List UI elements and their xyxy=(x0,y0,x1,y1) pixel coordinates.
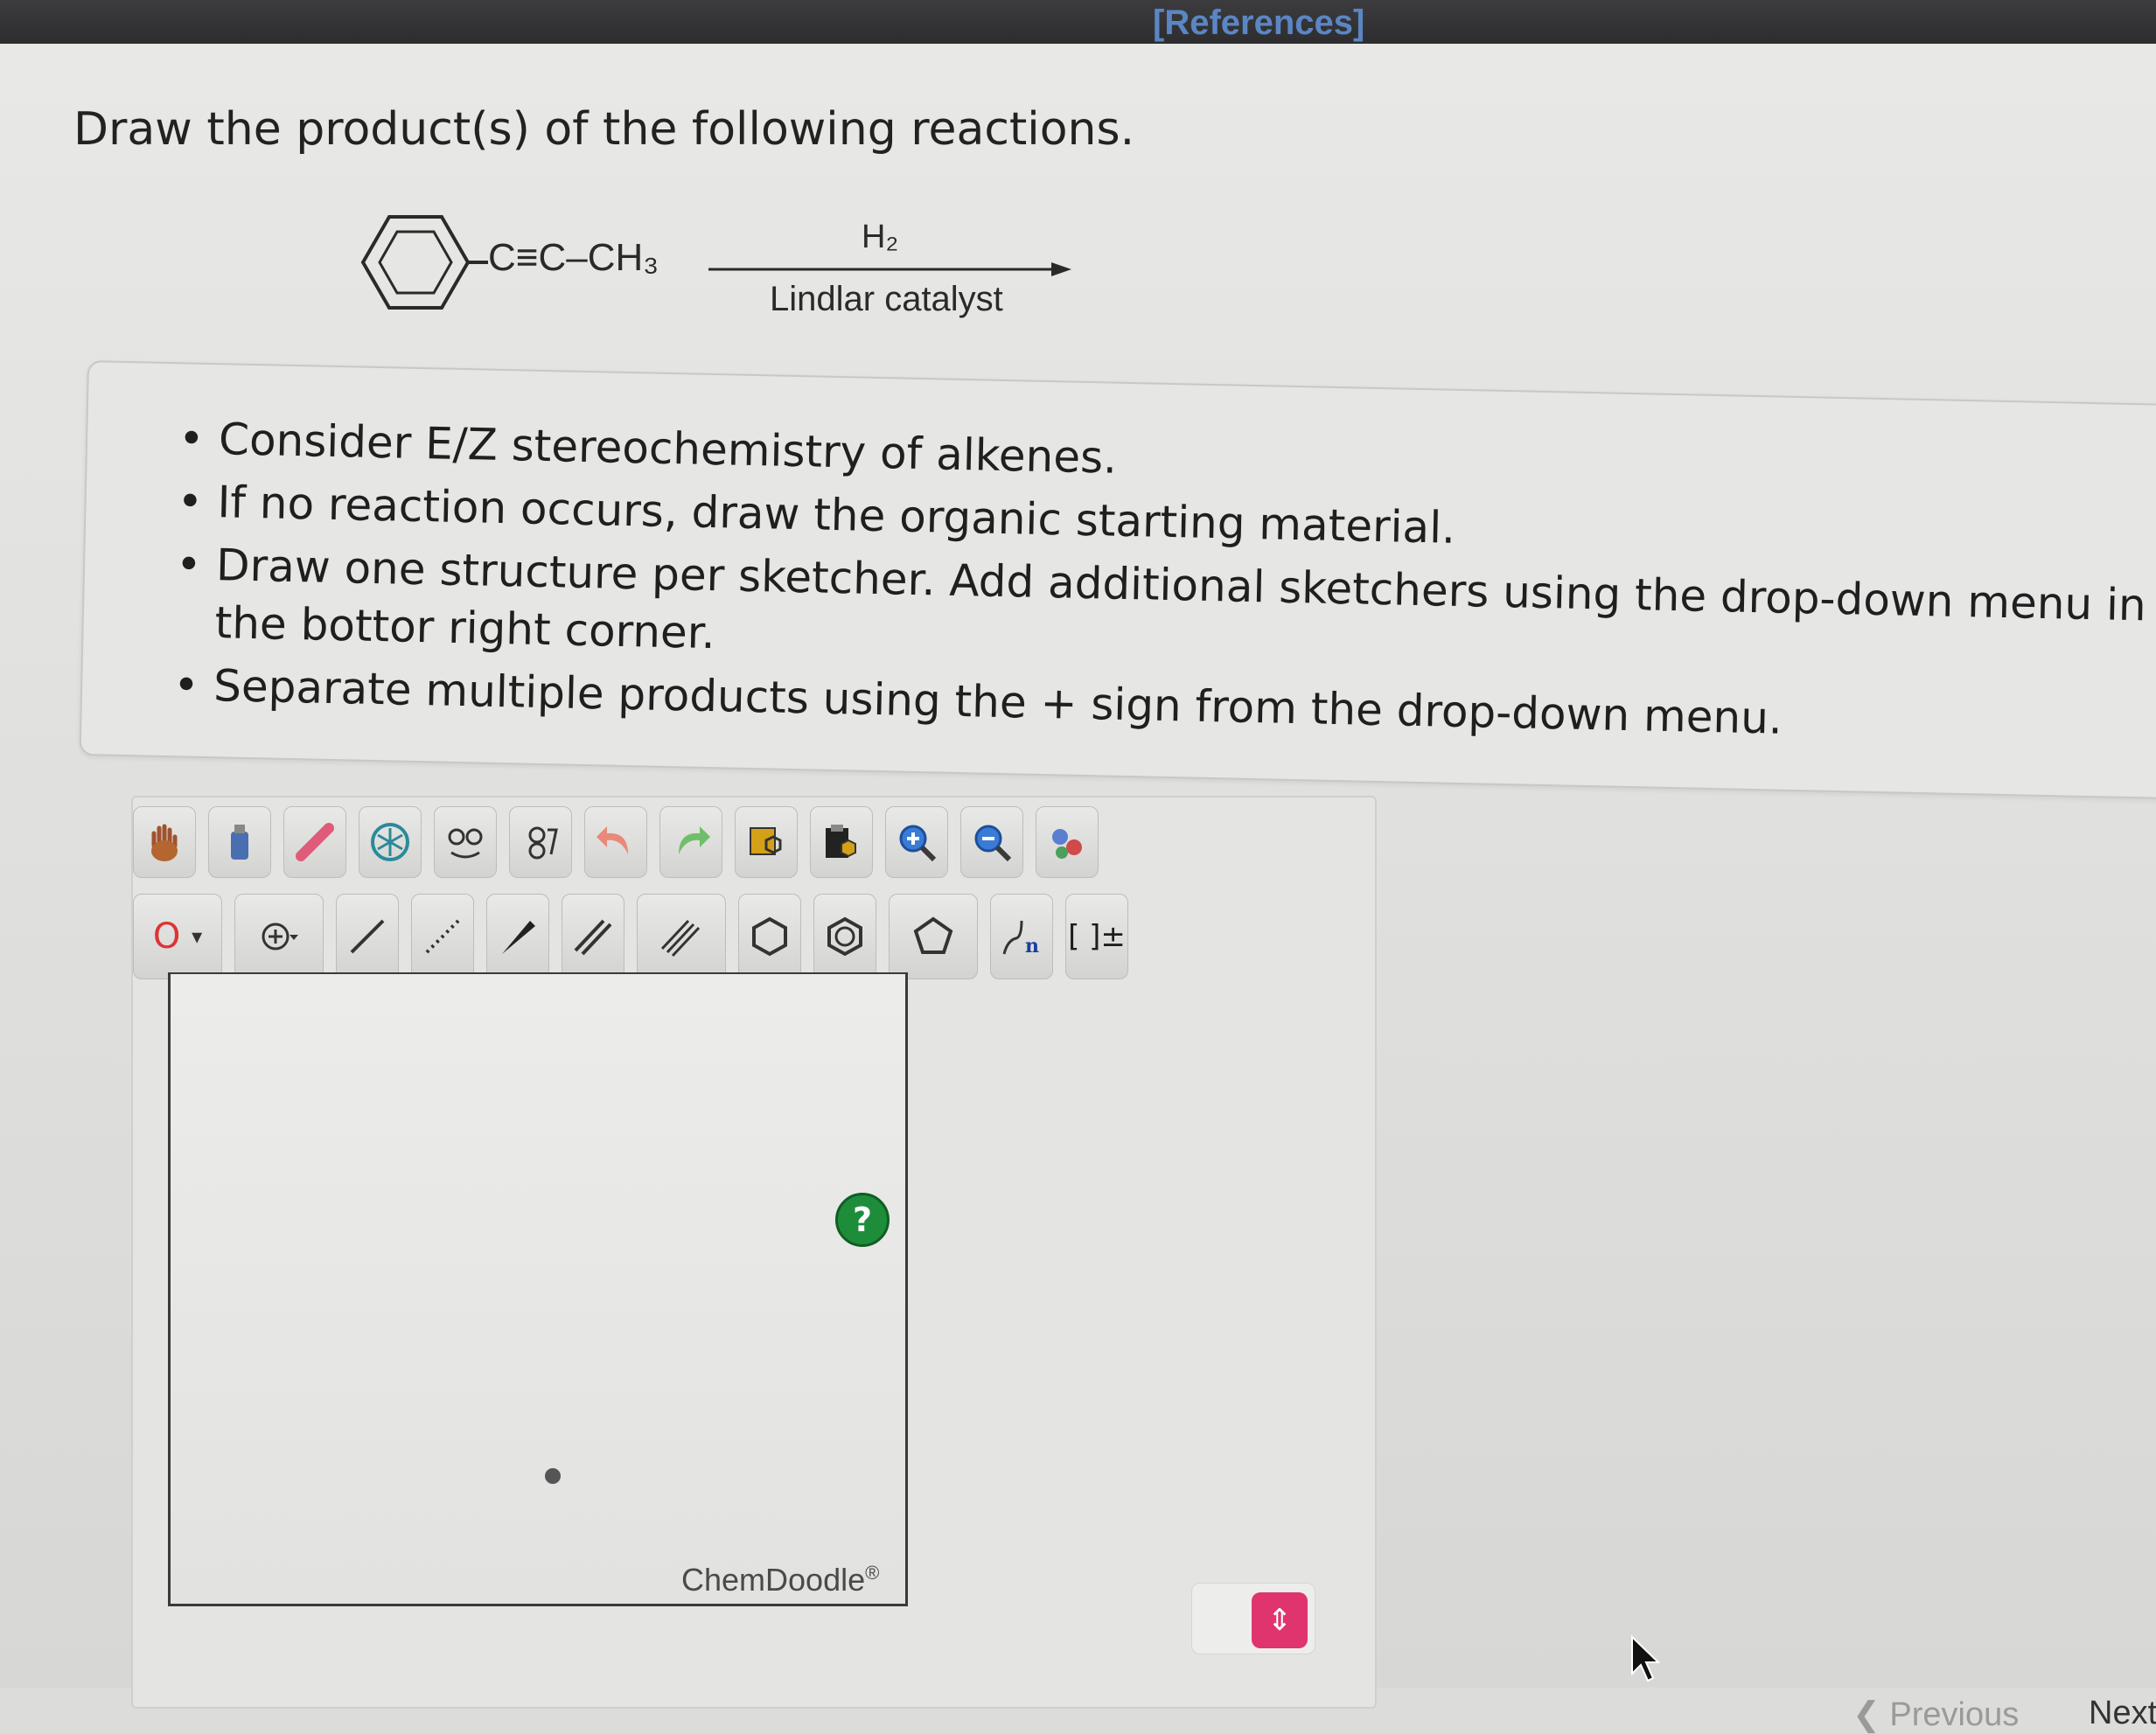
zoom-out-icon[interactable] xyxy=(960,806,1023,878)
zoom-in-icon[interactable] xyxy=(885,806,948,878)
copy-icon[interactable] xyxy=(735,806,798,878)
ring-template-icon[interactable] xyxy=(434,806,497,878)
pentagon-icon[interactable] xyxy=(889,894,978,979)
chemdoodle-brand: ChemDoodle® xyxy=(681,1562,880,1598)
toolbar-row-2: O ▾ n [ ]± xyxy=(133,894,1141,979)
references-link[interactable]: [References] xyxy=(1153,3,1364,43)
charge-plus-icon[interactable] xyxy=(234,894,324,979)
next-button[interactable]: Next xyxy=(2089,1695,2156,1732)
toolbar-row-1 xyxy=(133,806,1111,878)
atom-map-icon[interactable] xyxy=(509,806,572,878)
3d-icon[interactable] xyxy=(1036,806,1099,878)
svg-text:n: n xyxy=(1025,935,1039,958)
paste-icon[interactable] xyxy=(810,806,873,878)
lasso-icon[interactable] xyxy=(208,806,271,878)
clean-icon[interactable] xyxy=(359,806,422,878)
benzene-icon[interactable] xyxy=(813,894,876,979)
atom-o-icon[interactable]: O ▾ xyxy=(133,894,222,979)
reaction-scheme: C≡C–CH₃ H₂ Lindlar catalyst xyxy=(341,201,1085,332)
sketcher-canvas[interactable]: ? ChemDoodle® xyxy=(168,972,908,1606)
reagent-top: H₂ xyxy=(862,219,899,255)
help-button[interactable]: ? xyxy=(835,1193,890,1247)
previous-label: Previous xyxy=(1889,1696,2020,1733)
reactant-label: C≡C–CH₃ xyxy=(488,236,659,279)
single-bond-icon[interactable] xyxy=(336,894,399,979)
dashed-bond-icon[interactable] xyxy=(411,894,474,979)
brand-label: ChemDoodle xyxy=(681,1562,866,1598)
page: Draw the product(s) of the following rea… xyxy=(0,44,2156,1733)
hand-icon[interactable] xyxy=(133,806,196,878)
next-label: Next xyxy=(2089,1695,2156,1731)
sketcher-dropdown[interactable]: ⇕ xyxy=(1191,1583,1315,1654)
previous-button[interactable]: ❮ Previous xyxy=(1852,1695,2019,1734)
chemdoodle-sketcher: O ▾ n [ ]± ? ChemDoodle® ⇕ xyxy=(131,796,1377,1709)
chevron-updown-icon[interactable]: ⇕ xyxy=(1252,1592,1308,1648)
bracket-icon[interactable]: [ ]± xyxy=(1065,894,1128,979)
redo-icon[interactable] xyxy=(659,806,722,878)
hexagon-icon[interactable] xyxy=(738,894,801,979)
wedge-bond-icon[interactable] xyxy=(486,894,549,979)
reaction-arrow-head xyxy=(1051,262,1071,276)
bracket-label: [ ]± xyxy=(1068,919,1126,954)
question-prompt: Draw the product(s) of the following rea… xyxy=(73,103,1135,156)
triple-bond-icon[interactable] xyxy=(637,894,726,979)
atom-label: O xyxy=(152,916,181,957)
canvas-dot xyxy=(545,1468,561,1484)
double-bond-icon[interactable] xyxy=(562,894,624,979)
reagent-bottom: Lindlar catalyst xyxy=(770,280,1003,318)
polymer-icon[interactable]: n xyxy=(990,894,1053,979)
undo-icon[interactable] xyxy=(584,806,647,878)
mouse-cursor-icon xyxy=(1631,1635,1661,1682)
instructions-box: Consider E/Z stereochemistry of alkenes.… xyxy=(79,360,2156,800)
eraser-icon[interactable] xyxy=(283,806,346,878)
